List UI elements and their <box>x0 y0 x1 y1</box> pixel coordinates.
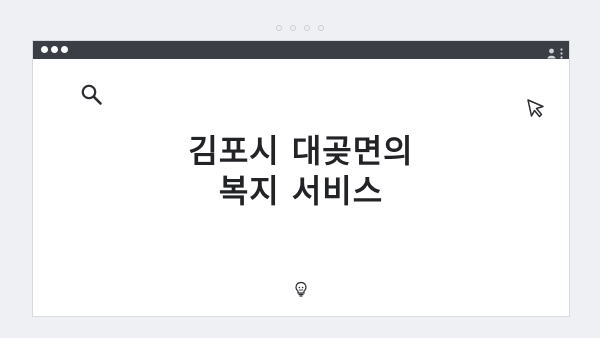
cursor-arrow-icon <box>525 97 547 123</box>
window-maximize-button[interactable] <box>61 46 68 53</box>
window-content: 김포시 대곶면의 복지 서비스 <box>33 59 569 316</box>
window-close-button[interactable] <box>41 46 48 53</box>
page-indicator-dot <box>290 25 296 31</box>
page-indicator-dot <box>276 25 282 31</box>
page-indicator-dot <box>318 25 324 31</box>
headline-line-1: 김포시 대곶면의 <box>188 132 414 170</box>
lightbulb-icon <box>294 281 308 301</box>
window-minimize-button[interactable] <box>51 46 58 53</box>
page-indicator-dot <box>304 25 310 31</box>
headline-line-2: 복지 서비스 <box>218 172 384 210</box>
page-indicator <box>0 25 600 31</box>
browser-window: 김포시 대곶면의 복지 서비스 <box>32 40 570 317</box>
window-titlebar <box>33 41 569 59</box>
search-icon[interactable] <box>80 83 104 111</box>
page-headline: 김포시 대곶면의 복지 서비스 <box>33 131 569 211</box>
page: 김포시 대곶면의 복지 서비스 <box>0 0 600 338</box>
